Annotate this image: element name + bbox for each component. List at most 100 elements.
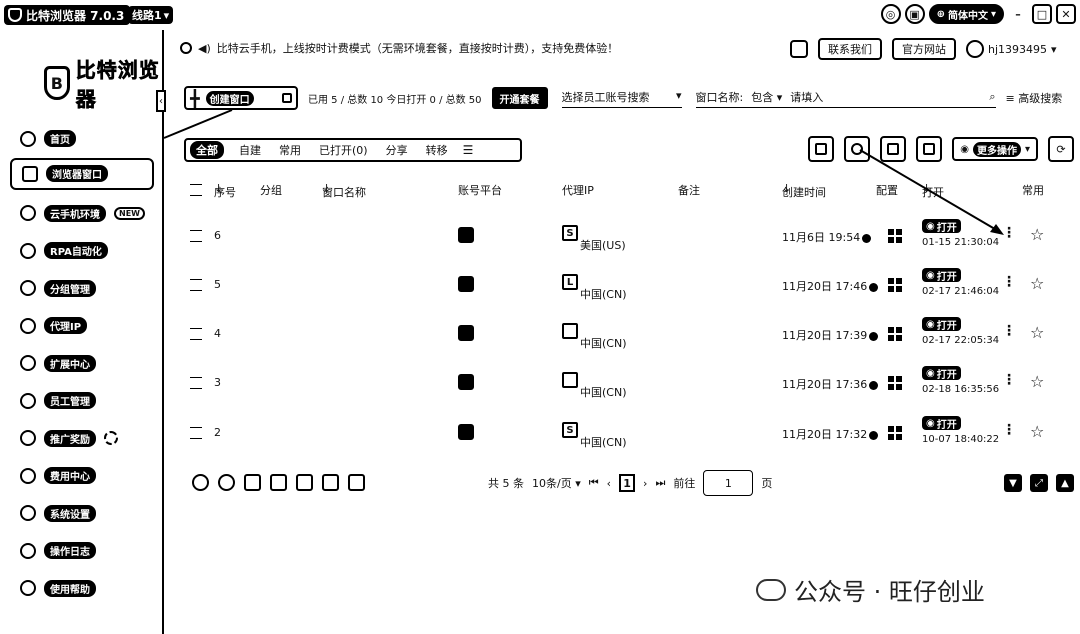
delete-icon[interactable] — [916, 136, 943, 162]
sidebar-item-rpa[interactable]: RPA自动化 — [10, 232, 154, 270]
robot-icon[interactable]: ▣ — [904, 4, 925, 24]
current-page[interactable]: 1 — [619, 474, 636, 492]
menu-icon[interactable]: ☰ — [463, 143, 474, 157]
discord-icon[interactable] — [790, 40, 808, 58]
col-name[interactable]: 窗口名称 ↓ — [322, 182, 366, 199]
open-button[interactable]: ◉ 打开 — [922, 366, 961, 381]
tab-transfer[interactable]: 转移 — [417, 142, 457, 158]
star-icon[interactable]: ☆ — [1030, 372, 1044, 391]
row-checkbox[interactable] — [190, 427, 202, 439]
star-icon[interactable]: ☆ — [1030, 274, 1044, 293]
share-icon[interactable] — [844, 136, 871, 162]
table-row[interactable]: 4 中国(CN) 11月20日 17:39 ◉ 打开 02-17 22:05:34… — [184, 313, 1074, 353]
employee-select[interactable]: 选择员工账号搜索 ▾ — [561, 89, 682, 108]
maximize-icon[interactable]: □ — [1032, 4, 1052, 24]
col-created[interactable]: 创建时间 ↓ — [782, 182, 826, 199]
sidebar-item-referral[interactable]: 推广奖励 — [10, 420, 154, 458]
next-page-icon[interactable]: › — [643, 477, 647, 490]
sidebar-item-staff[interactable]: 员工管理 — [10, 382, 154, 420]
expand-icon[interactable]: ⤢ — [1030, 474, 1048, 492]
close-icon[interactable]: ✕ — [1056, 4, 1076, 24]
close-all-icon[interactable] — [218, 474, 235, 491]
screen-icon[interactable] — [296, 474, 313, 491]
tab-self-created[interactable]: 自建 — [230, 142, 270, 158]
minimize-icon[interactable]: – — [1008, 4, 1028, 24]
row-checkbox[interactable] — [190, 328, 202, 340]
sidebar-item-label: 系统设置 — [44, 504, 96, 522]
sidebar-item-label: 操作日志 — [44, 542, 96, 560]
create-window-button[interactable]: ╋ 创建窗口 — [184, 86, 298, 110]
more-actions-button[interactable]: ◉ 更多操作 ▾ — [952, 137, 1038, 161]
more-icon[interactable]: ⋮ — [1002, 372, 1016, 388]
home-icon[interactable] — [270, 474, 287, 491]
filter-input[interactable]: 请填入 — [790, 89, 981, 105]
window-name-filter[interactable]: 窗口名称: 包含 ▾ 请填入 ⌕ — [695, 89, 996, 108]
tab-favorites[interactable]: 常用 — [270, 142, 310, 158]
more-icon[interactable]: ⋮ — [1002, 274, 1016, 290]
more-icon[interactable]: ⋮ — [1002, 323, 1016, 339]
star-icon[interactable]: ☆ — [1030, 422, 1044, 441]
table-row[interactable]: 3 中国(CN) 11月20日 17:36 ◉ 打开 02-18 16:35:56… — [184, 362, 1074, 402]
tab-all[interactable]: 全部 — [190, 141, 224, 159]
sidebar-item-help[interactable]: 使用帮助 — [10, 570, 154, 608]
last-page-icon[interactable]: ⏭ — [655, 476, 665, 490]
more-icon[interactable]: ⋮ — [1002, 422, 1016, 438]
search-icon[interactable]: ⌕ — [989, 90, 995, 104]
export-icon[interactable] — [808, 136, 835, 162]
sidebar-item-billing[interactable]: 费用中心 — [10, 457, 154, 495]
dropdown-icon[interactable] — [282, 93, 292, 103]
sidebar-collapse-button[interactable]: ‹ — [156, 90, 166, 112]
star-icon[interactable]: ☆ — [1030, 225, 1044, 244]
open-button[interactable]: ◉ 打开 — [922, 219, 961, 234]
scroll-bottom-icon[interactable]: ▼ — [1004, 474, 1022, 492]
open-button[interactable]: ◉ 打开 — [922, 416, 961, 431]
sidebar-item-extensions[interactable]: 扩展中心 — [10, 345, 154, 383]
more-icon[interactable]: ⋮ — [1002, 225, 1016, 241]
page-size-select[interactable]: 10条/页 ▾ — [532, 475, 581, 491]
table-row[interactable]: 5 L 中国(CN) 11月20日 17:46 ◉ 打开 02-17 21:46:… — [184, 264, 1074, 304]
goto-page-input[interactable]: 1 — [703, 470, 754, 496]
notice-bar[interactable]: ◀) 比特云手机，上线按时计费模式（无需环境套餐，直接按时计费），支持免费体验！ — [180, 40, 618, 56]
speaker-icon: ◀) — [198, 41, 211, 55]
sidebar-item-home[interactable]: 首页 — [10, 120, 154, 158]
col-seq[interactable]: 序号 ↓ — [214, 182, 236, 199]
goto-label: 前往 — [673, 477, 696, 490]
open-all-icon[interactable] — [192, 474, 209, 491]
tab-opened[interactable]: 已打开(0) — [310, 142, 377, 158]
row-checkbox[interactable] — [190, 230, 202, 242]
window-arrange-icon[interactable] — [244, 474, 261, 491]
sidebar-item-proxy[interactable]: 代理IP — [10, 307, 154, 345]
select-all-checkbox[interactable] — [190, 184, 202, 196]
sidebar-item-browser-windows[interactable]: 浏览器窗口 — [10, 157, 154, 190]
prev-page-icon[interactable]: ‹ — [607, 477, 611, 490]
row-checkbox[interactable] — [190, 377, 202, 389]
filter-mode-select[interactable]: 包含 ▾ — [751, 89, 782, 105]
video-icon[interactable]: ◎ — [880, 4, 901, 24]
refresh-icon[interactable]: ⟳ — [1048, 136, 1074, 162]
sidebar-item-logs[interactable]: 操作日志 — [10, 532, 154, 570]
cookie-icon[interactable] — [322, 474, 339, 491]
row-checkbox[interactable] — [190, 279, 202, 291]
sidebar-item-groups[interactable]: 分组管理 — [10, 270, 154, 308]
line-selector[interactable]: 线路1 ▾ — [128, 6, 174, 24]
sort-icon[interactable] — [880, 136, 907, 162]
user-menu[interactable]: hj1393495 ▾ — [966, 40, 1057, 58]
create-window-label: 创建窗口 — [205, 90, 254, 106]
star-icon[interactable]: ☆ — [1030, 323, 1044, 342]
buy-plan-button[interactable]: 开通套餐 — [491, 87, 548, 109]
contact-button[interactable]: 联系我们 — [818, 38, 882, 60]
website-button[interactable]: 官方网站 — [892, 38, 956, 60]
trash-icon[interactable] — [348, 474, 365, 491]
sidebar-item-cloud-phone[interactable]: 云手机环境 NEW — [10, 195, 154, 233]
sidebar-item-settings[interactable]: 系统设置 — [10, 495, 154, 533]
language-selector[interactable]: ⊕ 简体中文 ▾ — [928, 4, 1004, 24]
open-button[interactable]: ◉ 打开 — [922, 317, 961, 332]
open-button[interactable]: ◉ 打开 — [922, 268, 961, 283]
tab-shared[interactable]: 分享 — [377, 142, 417, 158]
scroll-top-icon[interactable]: ▲ — [1056, 474, 1074, 492]
first-page-icon[interactable]: ⏮ — [589, 476, 599, 490]
col-open[interactable]: 打开 ↓ — [922, 182, 944, 199]
table-row[interactable]: 6 S 美国(US) 11月6日 19:54 ◉ 打开 01-15 21:30:0… — [184, 215, 1074, 255]
table-row[interactable]: 2 S 中国(CN) 11月20日 17:32 ◉ 打开 10-07 18:40:… — [184, 412, 1074, 452]
advanced-search-button[interactable]: ≡ 高级搜索 — [1006, 90, 1063, 106]
